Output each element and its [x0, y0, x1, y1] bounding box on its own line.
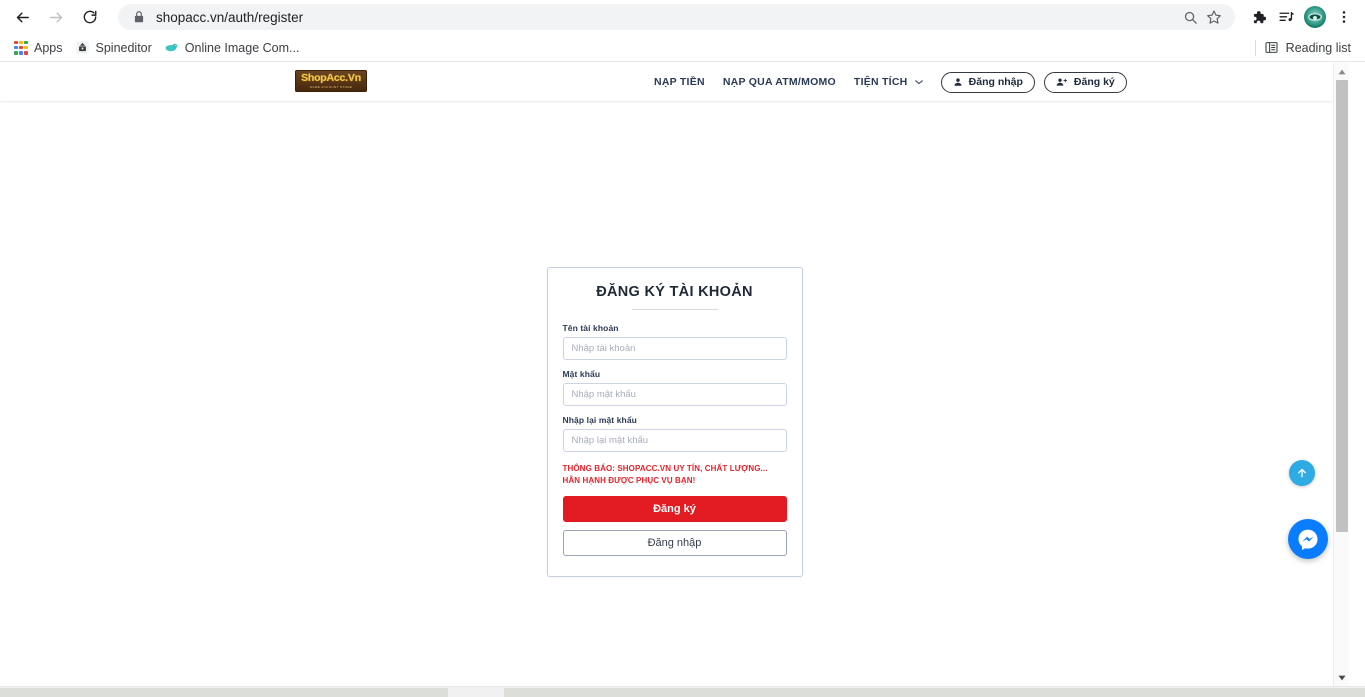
toolbar-icons — [1245, 4, 1357, 30]
reload-icon — [83, 10, 97, 24]
nav-item-nap-qua-atm-momo[interactable]: NẠP QUA ATM/MOMO — [714, 76, 845, 88]
bookmark-spineditor[interactable]: Spineditor — [71, 37, 160, 58]
browser-window: shopacc.vn/auth/register Apps Spineditor… — [0, 0, 1365, 697]
apps-grid-icon — [14, 40, 28, 55]
register-card: ĐĂNG KÝ TÀI KHOẢN Tên tài khoản Mật khẩu… — [546, 267, 803, 578]
field-password-label: Mật khẩu — [562, 369, 601, 379]
star-icon[interactable] — [1203, 6, 1225, 28]
horizontal-scroll-track[interactable] — [504, 688, 1365, 697]
horizontal-scroll-thumb[interactable] — [0, 688, 448, 697]
omnibox-actions — [1171, 6, 1225, 28]
go-to-login-button[interactable]: Đăng nhập — [562, 530, 787, 557]
user-icon — [954, 78, 962, 86]
site-nav: NẠP TIỀN NẠP QUA ATM/MOMO TIỆN TÍCH Đăng… — [645, 63, 1127, 101]
register-button-label: Đăng ký — [1073, 76, 1115, 88]
field-username-label: Tên tài khoản — [562, 323, 619, 333]
site-logo[interactable]: ShopAcc.Vn GAME ACCOUNT STORE — [295, 70, 367, 92]
bookmark-online-image-label: Online Image Com... — [184, 40, 300, 55]
reading-list-icon — [1265, 42, 1278, 53]
submit-register-button[interactable]: Đăng ký — [562, 496, 787, 523]
address-bar-url: shopacc.vn/auth/register — [156, 9, 304, 25]
username-input[interactable] — [562, 337, 787, 360]
page-viewport: ShopAcc.Vn GAME ACCOUNT STORE NẠP TIỀN N… — [0, 63, 1365, 697]
bookmarks-bar: Apps Spineditor Online Image Com... Read… — [0, 34, 1365, 62]
back-button[interactable] — [8, 3, 36, 31]
bookmark-apps[interactable]: Apps — [10, 38, 71, 58]
field-password: Mật khẩu — [562, 369, 787, 406]
nav-item-tien-tich[interactable]: TIỆN TÍCH — [845, 76, 932, 88]
back-arrow-icon — [16, 12, 29, 22]
chevron-down-icon — [914, 80, 923, 85]
field-username: Tên tài khoản — [562, 323, 787, 360]
password-input[interactable] — [562, 383, 787, 406]
address-bar[interactable]: shopacc.vn/auth/register — [118, 4, 1235, 30]
scroll-up-arrow[interactable] — [1334, 63, 1349, 80]
caret-up-icon — [1337, 69, 1346, 74]
scroll-to-top-button[interactable] — [1289, 460, 1315, 486]
confirm-password-input[interactable] — [562, 429, 787, 452]
title-divider — [631, 309, 718, 310]
bookmark-spineditor-label: Spineditor — [95, 40, 152, 55]
three-dot-menu-icon[interactable] — [1331, 4, 1357, 30]
user-plus-icon — [1056, 78, 1067, 86]
divider — [1254, 39, 1256, 56]
lock-icon — [134, 11, 144, 23]
forward-button[interactable] — [42, 3, 70, 31]
arrow-up-icon — [1298, 468, 1306, 478]
bookmarks-bar-right: Reading list — [1254, 39, 1357, 56]
scroll-down-arrow[interactable] — [1334, 669, 1349, 686]
spineditor-favicon — [75, 41, 89, 54]
site-logo-text: ShopAcc.Vn — [301, 72, 361, 85]
nav-item-nap-tien[interactable]: NẠP TIỀN — [645, 76, 714, 88]
bookmark-apps-label: Apps — [34, 40, 63, 55]
forward-arrow-icon — [49, 12, 62, 22]
reading-list-label: Reading list — [1285, 40, 1351, 55]
vertical-scrollbar[interactable] — [1333, 63, 1349, 686]
site-header: ShopAcc.Vn GAME ACCOUNT STORE NẠP TIỀN N… — [0, 63, 1349, 101]
messenger-icon — [1298, 529, 1318, 551]
caret-down-icon — [1338, 675, 1346, 680]
horizontal-scrollbar[interactable] — [0, 686, 1365, 697]
search-icon[interactable] — [1179, 6, 1201, 28]
register-card-container: ĐĂNG KÝ TÀI KHOẢN Tên tài khoản Mật khẩu… — [0, 101, 1349, 578]
playlist-music-icon[interactable] — [1273, 4, 1299, 30]
nav-item-tien-tich-label: TIỆN TÍCH — [853, 76, 908, 88]
notice-text: THÔNG BÁO: SHOPACC.VN UY TÍN, CHẤT LƯỢNG… — [562, 464, 768, 485]
reading-list-button[interactable]: Reading list — [1264, 40, 1357, 55]
field-confirm-password: Nhập lại mật khẩu — [562, 415, 787, 452]
reload-button[interactable] — [76, 3, 104, 31]
avatar[interactable] — [1304, 6, 1326, 28]
online-image-favicon — [165, 43, 177, 52]
messenger-chat-button[interactable] — [1288, 519, 1328, 559]
field-confirm-password-label: Nhập lại mật khẩu — [562, 415, 637, 425]
login-button[interactable]: Đăng nhập — [940, 71, 1035, 93]
browser-toolbar: shopacc.vn/auth/register — [0, 0, 1365, 34]
login-button-label: Đăng nhập — [968, 76, 1023, 88]
puzzle-piece-icon[interactable] — [1245, 4, 1271, 30]
page-title: ĐĂNG KÝ TÀI KHOẢN — [596, 284, 753, 300]
bookmark-online-image[interactable]: Online Image Com... — [160, 37, 308, 58]
page-content: ShopAcc.Vn GAME ACCOUNT STORE NẠP TIỀN N… — [0, 63, 1349, 686]
vertical-scroll-thumb[interactable] — [1336, 80, 1348, 532]
site-logo-subtext: GAME ACCOUNT STORE — [309, 84, 353, 89]
register-button[interactable]: Đăng ký — [1043, 71, 1127, 93]
